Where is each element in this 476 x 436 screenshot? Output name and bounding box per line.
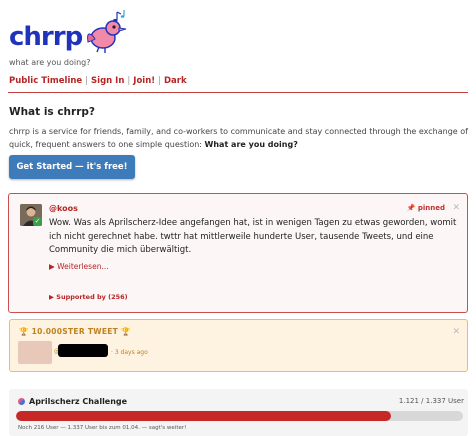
about-section: What is chrrp? chrrp is a service for fr… bbox=[9, 106, 469, 151]
post-username[interactable]: @koos bbox=[49, 204, 78, 213]
post-body: Wow. Was als Aprilscherz-Idee angefangen… bbox=[49, 218, 457, 255]
supported-by-label: Supported by (256) bbox=[56, 293, 128, 301]
bird-logo-icon bbox=[87, 10, 127, 53]
site-header: chrrp what are you doing? Public Timelin… bbox=[9, 6, 469, 86]
challenge-title-text: Aprilscherz Challenge bbox=[29, 397, 128, 406]
nav-separator: | bbox=[127, 76, 131, 86]
about-text: chrrp is a service for friends, family, … bbox=[9, 125, 469, 151]
tagline: what are you doing? bbox=[9, 58, 91, 67]
supported-by-toggle[interactable]: ▶ Supported by (256) bbox=[49, 293, 128, 301]
redacted-username[interactable] bbox=[58, 344, 108, 357]
challenge-card: Aprilscherz Challenge 1.121 / 1.337 User… bbox=[9, 389, 468, 436]
easter-egg-icon bbox=[18, 398, 25, 405]
close-icon[interactable]: ✕ bbox=[452, 203, 460, 213]
nav-join[interactable]: Join! bbox=[133, 76, 155, 86]
avatar[interactable]: ✓ bbox=[20, 204, 42, 226]
get-started-button[interactable]: Get Started — it's free! bbox=[9, 155, 135, 179]
trophy-icon: 🏆 bbox=[121, 327, 131, 336]
milestone-title: 🏆 10.000STER TWEET 🏆 bbox=[19, 327, 131, 336]
logo-text: chrrp bbox=[9, 22, 83, 52]
pin-icon: 📌 bbox=[406, 204, 416, 212]
about-question: What are you doing? bbox=[204, 140, 298, 149]
progress-bar bbox=[16, 411, 463, 421]
pinned-post: ✓ @koos 📌 pinned ✕ Wow. Was als Aprilsch… bbox=[8, 193, 468, 313]
top-nav: Public Timeline | Sign In | Join! | Dark bbox=[9, 76, 469, 86]
about-heading: What is chrrp? bbox=[9, 106, 95, 118]
header-divider bbox=[8, 92, 468, 93]
read-more-link[interactable]: ▶ Weiterlesen... bbox=[49, 262, 109, 271]
progress-fill bbox=[16, 411, 391, 421]
challenge-note: Noch 216 User — 1.337 User bis zum 01.04… bbox=[18, 425, 187, 431]
logo[interactable]: chrrp bbox=[9, 6, 469, 54]
nav-dark-mode[interactable]: Dark bbox=[164, 76, 187, 86]
read-more-label: Weiterlesen... bbox=[57, 262, 109, 271]
avatar[interactable] bbox=[18, 341, 52, 364]
nav-sign-in[interactable]: Sign In bbox=[91, 76, 124, 86]
close-icon[interactable]: ✕ bbox=[452, 327, 460, 337]
challenge-title: Aprilscherz Challenge bbox=[18, 397, 127, 406]
verified-icon: ✓ bbox=[33, 217, 42, 226]
pinned-label: pinned bbox=[417, 204, 445, 212]
nav-separator: | bbox=[85, 76, 89, 86]
milestone-title-text: 10.000STER TWEET bbox=[31, 327, 119, 336]
tweet-timestamp[interactable]: · 3 days ago bbox=[111, 349, 148, 356]
tweet-time-text: 3 days ago bbox=[114, 349, 148, 356]
pinned-badge: 📌 pinned bbox=[407, 204, 445, 212]
nav-separator: | bbox=[158, 76, 161, 86]
nav-public-timeline[interactable]: Public Timeline bbox=[9, 76, 82, 86]
trophy-icon: 🏆 bbox=[19, 327, 29, 336]
challenge-count: 1.121 / 1.337 User bbox=[398, 397, 464, 405]
milestone-card: 🏆 10.000STER TWEET 🏆 ✕ @ · 3 days ago bbox=[9, 319, 468, 372]
